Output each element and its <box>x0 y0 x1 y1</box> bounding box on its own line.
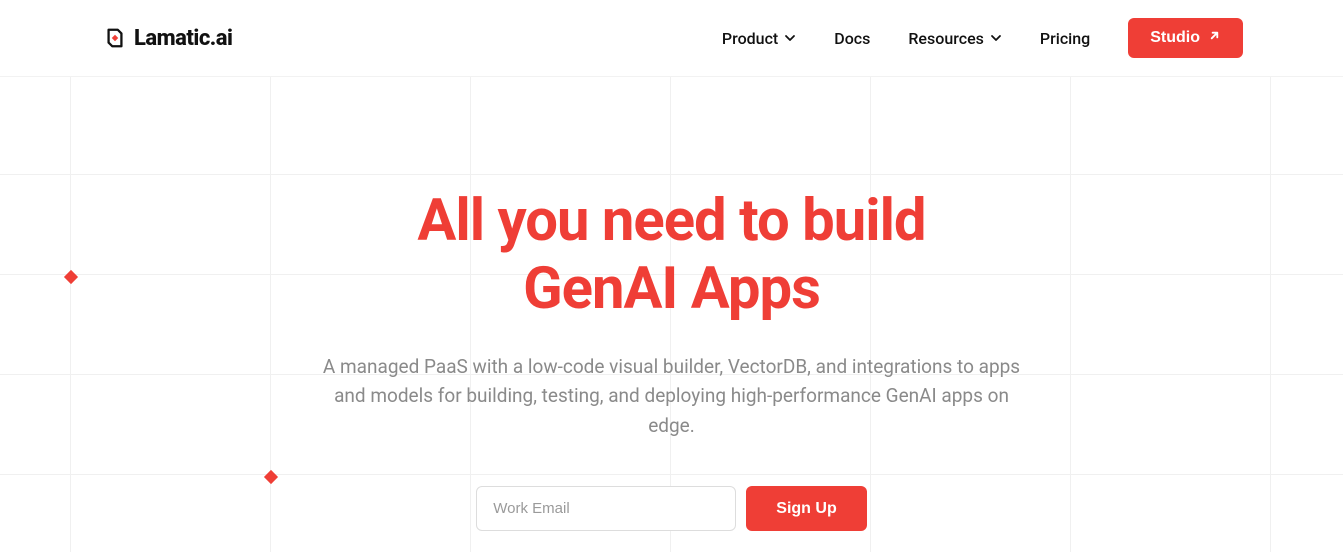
site-header: Lamatic.ai Product Docs Resources Pricin… <box>0 0 1343 77</box>
nav-label: Product <box>722 29 778 48</box>
chevron-down-icon <box>990 29 1002 48</box>
signup-form: Sign Up <box>0 486 1343 531</box>
studio-button[interactable]: Studio <box>1128 18 1243 58</box>
main-nav: Product Docs Resources Pricing Studio <box>722 18 1243 58</box>
logo-icon <box>104 27 126 49</box>
nav-label: Pricing <box>1040 29 1090 48</box>
hero-subtitle: A managed PaaS with a low-code visual bu… <box>312 352 1032 440</box>
nav-item-resources[interactable]: Resources <box>908 29 1002 48</box>
brand-logo[interactable]: Lamatic.ai <box>104 26 232 51</box>
nav-item-product[interactable]: Product <box>722 29 796 48</box>
signup-button[interactable]: Sign Up <box>746 486 866 531</box>
studio-label: Studio <box>1150 29 1200 47</box>
brand-name: Lamatic.ai <box>134 26 232 51</box>
nav-item-docs[interactable]: Docs <box>834 29 870 48</box>
work-email-input[interactable] <box>476 486 736 531</box>
chevron-down-icon <box>784 29 796 48</box>
nav-label: Docs <box>834 29 870 48</box>
hero-title: All you need to build GenAI Apps <box>0 187 1343 324</box>
hero-section: All you need to build GenAI Apps A manag… <box>0 77 1343 531</box>
nav-label: Resources <box>908 29 984 48</box>
external-link-icon <box>1208 29 1221 47</box>
nav-item-pricing[interactable]: Pricing <box>1040 29 1090 48</box>
